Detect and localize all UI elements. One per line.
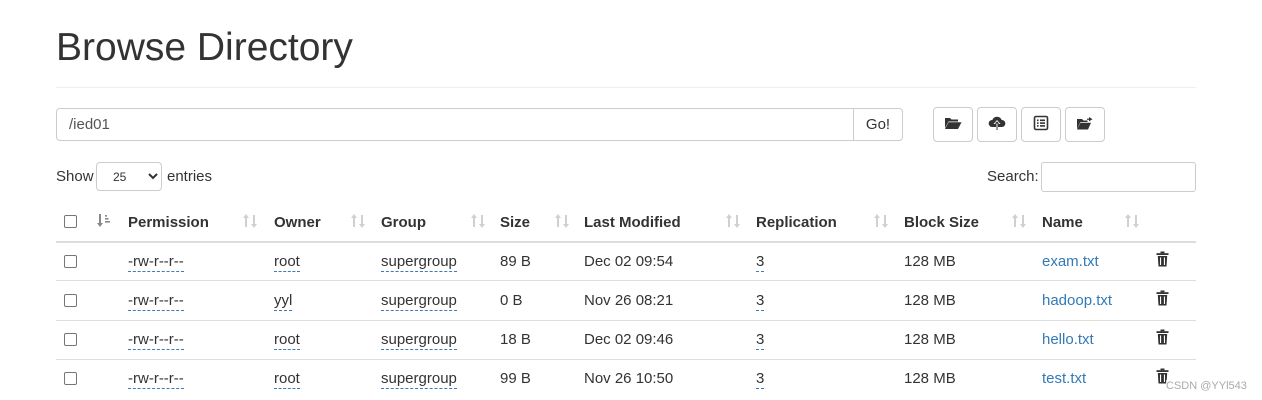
cell-permission[interactable]: -rw-r--r-- (128, 331, 184, 350)
header-size[interactable]: Size (500, 214, 530, 231)
cell-permission[interactable]: -rw-r--r-- (128, 253, 184, 272)
search-label: Search: (987, 168, 1039, 185)
watermark: CSDN @YYl543 (1166, 380, 1247, 392)
header-permission[interactable]: Permission (128, 214, 209, 231)
sort-arrows-icon[interactable] (726, 213, 740, 234)
cell-group[interactable]: supergroup (381, 331, 457, 350)
list-alt-icon (1033, 115, 1049, 134)
cloud-upload-icon (988, 115, 1006, 134)
sort-arrows-icon[interactable] (1125, 213, 1139, 234)
sort-arrows-icon[interactable] (555, 213, 569, 234)
search-input[interactable] (1041, 162, 1196, 192)
file-name-link[interactable]: hello.txt (1042, 331, 1094, 348)
directory-path-input[interactable] (56, 108, 854, 141)
header-owner[interactable]: Owner (274, 214, 321, 231)
trash-icon[interactable] (1156, 290, 1169, 311)
sort-arrows-icon[interactable] (351, 213, 365, 234)
sort-arrows-icon[interactable] (471, 213, 485, 234)
cell-last-modified: Nov 26 10:50 (584, 370, 674, 387)
cell-size: 89 B (500, 253, 531, 270)
show-label: Show (56, 168, 94, 185)
row-divider (56, 359, 1196, 360)
file-name-link[interactable]: test.txt (1042, 370, 1086, 387)
header-name[interactable]: Name (1042, 214, 1083, 231)
page-length-select[interactable]: 25 (96, 162, 162, 191)
cell-block-size: 128 MB (904, 331, 956, 348)
row-divider (56, 280, 1196, 281)
file-name-link[interactable]: exam.txt (1042, 253, 1099, 270)
header-block-size[interactable]: Block Size (904, 214, 979, 231)
header-replication[interactable]: Replication (756, 214, 837, 231)
sort-arrows-icon[interactable] (874, 213, 888, 234)
select-all-checkbox[interactable] (64, 215, 77, 228)
paste-button[interactable] (1065, 107, 1105, 142)
row-checkbox[interactable] (64, 255, 77, 268)
cut-paste-button[interactable] (1021, 107, 1061, 142)
cell-size: 99 B (500, 370, 531, 387)
cell-replication[interactable]: 3 (756, 292, 765, 311)
cell-group[interactable]: supergroup (381, 253, 457, 272)
cell-replication[interactable]: 3 (756, 253, 765, 272)
sort-arrows-icon[interactable] (243, 213, 257, 234)
cell-replication[interactable]: 3 (756, 331, 765, 350)
row-divider (56, 320, 1196, 321)
folder-open-icon (944, 116, 962, 133)
cell-block-size: 128 MB (904, 253, 956, 270)
sort-icon[interactable] (97, 213, 111, 234)
go-button[interactable]: Go! (853, 108, 903, 141)
row-checkbox[interactable] (64, 333, 77, 346)
create-directory-button[interactable] (933, 107, 973, 142)
title-divider (56, 87, 1196, 88)
cell-block-size: 128 MB (904, 370, 956, 387)
row-checkbox[interactable] (64, 372, 77, 385)
row-checkbox[interactable] (64, 294, 77, 307)
header-divider (56, 241, 1196, 243)
trash-icon[interactable] (1156, 251, 1169, 272)
cell-permission[interactable]: -rw-r--r-- (128, 292, 184, 311)
cell-replication[interactable]: 3 (756, 370, 765, 389)
file-name-link[interactable]: hadoop.txt (1042, 292, 1112, 309)
trash-icon[interactable] (1156, 329, 1169, 350)
sort-arrows-icon[interactable] (1012, 213, 1026, 234)
cell-last-modified: Dec 02 09:46 (584, 331, 674, 348)
cell-owner[interactable]: yyl (274, 292, 293, 311)
cell-owner[interactable]: root (274, 331, 300, 350)
cell-permission[interactable]: -rw-r--r-- (128, 370, 184, 389)
cell-block-size: 128 MB (904, 292, 956, 309)
header-last-modified[interactable]: Last Modified (584, 214, 681, 231)
cell-group[interactable]: supergroup (381, 292, 457, 311)
cell-size: 0 B (500, 292, 523, 309)
page-title: Browse Directory (56, 26, 353, 69)
cell-owner[interactable]: root (274, 253, 300, 272)
folder-move-icon (1076, 116, 1094, 133)
cell-group[interactable]: supergroup (381, 370, 457, 389)
cell-owner[interactable]: root (274, 370, 300, 389)
cell-last-modified: Nov 26 08:21 (584, 292, 674, 309)
upload-button[interactable] (977, 107, 1017, 142)
cell-last-modified: Dec 02 09:54 (584, 253, 674, 270)
cell-size: 18 B (500, 331, 531, 348)
entries-label: entries (167, 168, 213, 185)
header-group[interactable]: Group (381, 214, 426, 231)
